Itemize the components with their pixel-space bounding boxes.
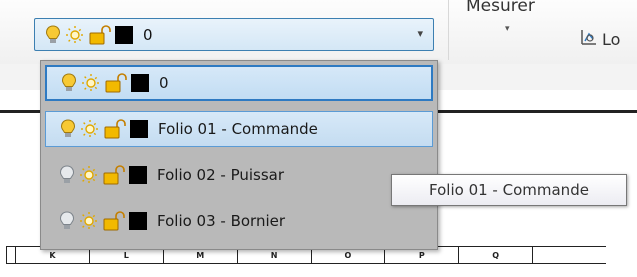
measure-dropdown-arrow[interactable]: ▾ (505, 24, 510, 34)
layer-item-label: 0 (159, 74, 169, 92)
layer-icons (59, 165, 151, 185)
layer-color-swatch[interactable] (131, 74, 149, 92)
measure-label[interactable]: Mesurer (466, 0, 535, 16)
unlock-icon[interactable] (104, 119, 126, 139)
layer-item-label: Folio 03 - Bornier (157, 212, 286, 230)
layer-item-label: Folio 02 - Puissar (157, 166, 285, 184)
layer-combo[interactable]: 0 ▾ (34, 18, 434, 51)
layer-icons (61, 73, 153, 93)
lo-button[interactable]: Lo (580, 28, 620, 50)
layer-dropdown-list: 0 Folio 01 - Commande Folio 02 - Puissar… (40, 60, 438, 250)
measure-area-icon (580, 28, 598, 50)
layer-icons (60, 119, 152, 139)
layer-color-swatch[interactable] (129, 212, 147, 230)
sun-icon[interactable] (81, 73, 101, 93)
layer-item[interactable]: Folio 01 - Commande (45, 111, 433, 147)
sun-icon[interactable] (79, 165, 99, 185)
sun-icon[interactable] (79, 211, 99, 231)
sun-icon[interactable] (80, 119, 100, 139)
layer-tooltip: Folio 01 - Commande (391, 174, 627, 206)
layer-item[interactable]: 0 (45, 65, 433, 101)
layer-color-swatch[interactable] (129, 166, 147, 184)
layer-icons (45, 24, 137, 45)
ruler-cell: Q (458, 247, 532, 263)
lightbulb-off-icon[interactable] (59, 211, 75, 231)
current-layer-label: 0 (143, 25, 153, 44)
layer-item[interactable]: Folio 03 - Bornier (45, 203, 433, 239)
unlock-icon[interactable] (89, 24, 111, 45)
layer-item-label: Folio 01 - Commande (158, 120, 318, 138)
lightbulb-on-icon[interactable] (45, 24, 61, 45)
sun-icon[interactable] (65, 25, 85, 45)
layer-icons (59, 211, 151, 231)
lightbulb-on-icon[interactable] (61, 73, 77, 93)
unlock-icon[interactable] (105, 73, 127, 93)
lightbulb-on-icon[interactable] (60, 119, 76, 139)
chevron-down-icon[interactable]: ▾ (417, 27, 423, 40)
unlock-icon[interactable] (103, 211, 125, 231)
ribbon-divider (448, 0, 449, 60)
layer-color-swatch[interactable] (130, 120, 148, 138)
lo-label: Lo (602, 29, 621, 49)
ruler-cell (6, 247, 15, 263)
unlock-icon[interactable] (103, 165, 125, 185)
layer-item[interactable]: Folio 02 - Puissar (45, 157, 433, 193)
lightbulb-off-icon[interactable] (59, 165, 75, 185)
layer-color-swatch[interactable] (115, 25, 133, 44)
ruler-cell (532, 247, 606, 263)
